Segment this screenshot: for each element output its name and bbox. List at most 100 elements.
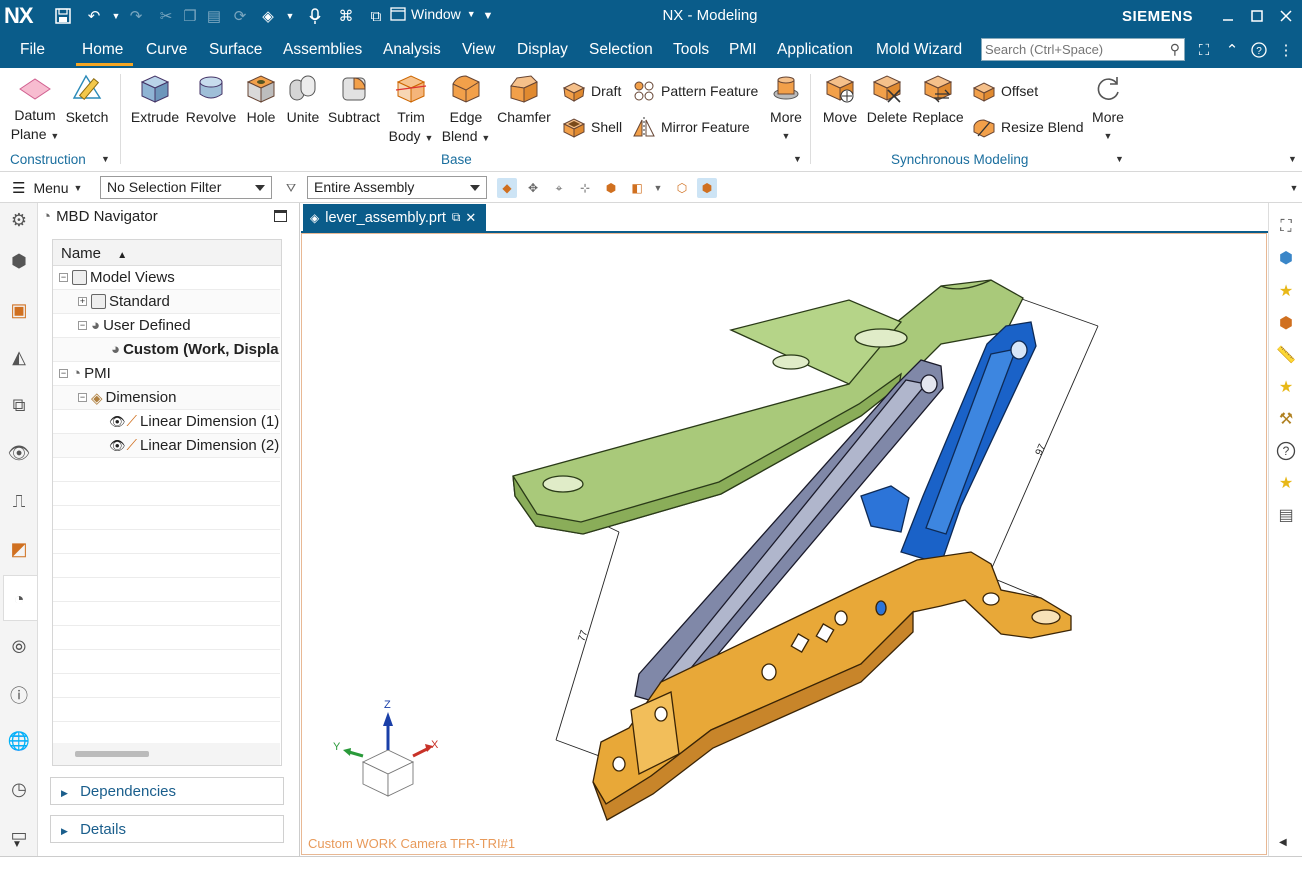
reuse-library-icon[interactable]: ⧉ xyxy=(7,393,31,417)
tab-home[interactable]: Home xyxy=(82,41,123,59)
tab-view[interactable]: View xyxy=(462,41,495,59)
window-menu[interactable]: Window ▼ xyxy=(390,6,476,22)
search-input[interactable] xyxy=(982,39,1160,59)
tab-display[interactable]: Display xyxy=(517,41,568,59)
shell-button[interactable]: Shell xyxy=(562,116,622,138)
resize-blend-button[interactable]: Resize Blend xyxy=(972,116,1084,138)
more-options-icon[interactable]: ⋮ xyxy=(1276,40,1296,60)
close-icon[interactable] xyxy=(1276,6,1296,26)
touch-mode-icon[interactable]: ◈ xyxy=(258,6,278,26)
paste-icon[interactable]: ▤ xyxy=(204,6,224,26)
tab-curve[interactable]: Curve xyxy=(146,41,187,59)
save-icon[interactable] xyxy=(53,6,73,26)
favorites-star-icon[interactable]: ★ xyxy=(1274,279,1298,303)
tab-file[interactable]: File xyxy=(20,41,45,59)
menu-button[interactable]: ☰ Menu ▼ xyxy=(12,179,82,197)
measure-ruler-icon[interactable]: 📏 xyxy=(1274,343,1298,367)
mbd-navigator-icon[interactable]: ◔ xyxy=(7,587,31,611)
help-icon[interactable]: ? xyxy=(1249,40,1269,60)
roles-icon[interactable]: ⎍ xyxy=(7,489,31,513)
tab-assemblies[interactable]: Assemblies xyxy=(283,41,362,59)
tools-icon[interactable]: ⚒ xyxy=(1274,407,1298,431)
selection-bar-options-icon[interactable]: ▼ xyxy=(1284,178,1302,198)
select-body-icon[interactable]: ⬢ xyxy=(601,178,621,198)
select-edge-icon[interactable]: ⊹ xyxy=(575,178,595,198)
nx-logo[interactable]: NX xyxy=(4,3,34,29)
feature-icon[interactable]: ⬢ xyxy=(1274,311,1298,335)
touch-mode-dropdown-icon[interactable]: ▼ xyxy=(280,6,300,26)
selection-filter-dropdown[interactable]: No Selection Filter xyxy=(100,176,272,199)
repeat-command-icon[interactable]: ⟳ xyxy=(230,6,250,26)
graphics-window[interactable]: ◈ lever_assembly.prt ⧉ ✕ 97 77 Z X Y Cus… xyxy=(301,203,1268,856)
orange-bracket-part[interactable] xyxy=(592,551,1072,821)
document-tab[interactable]: ◈ lever_assembly.prt ⧉ ✕ xyxy=(303,204,486,231)
collapse-ribbon-icon[interactable]: ⌃ xyxy=(1222,40,1242,60)
help-icon[interactable]: ? xyxy=(1274,439,1298,463)
horizontal-scrollbar[interactable] xyxy=(53,743,280,765)
datum-plane-button[interactable]: Datum Plane ▼ xyxy=(8,76,62,146)
copy-icon[interactable]: ❐ xyxy=(180,6,200,26)
view-icon[interactable]: 👁 xyxy=(7,441,31,465)
favorites-star-icon[interactable]: ★ xyxy=(1274,375,1298,399)
hole-button[interactable]: Hole xyxy=(240,72,282,127)
mirror-feature-button[interactable]: Mirror Feature xyxy=(632,116,750,138)
shaded-icon[interactable]: ⬢ xyxy=(697,178,717,198)
model-canvas[interactable]: 97 77 Z X Y xyxy=(301,234,1268,854)
move-button[interactable]: Move xyxy=(818,72,862,127)
history-icon[interactable]: ◷ xyxy=(7,777,31,801)
assembly-list-icon[interactable]: ▤ xyxy=(1274,503,1298,527)
maximize-icon[interactable] xyxy=(1247,6,1267,26)
extrude-button[interactable]: Extrude xyxy=(128,72,182,127)
trim-body-button[interactable]: Trim Body ▼ xyxy=(388,72,434,148)
snap-dropdown-icon[interactable]: ▼ xyxy=(648,178,668,198)
search-box[interactable]: ⚲ xyxy=(981,38,1185,61)
construction-group-menu-icon[interactable]: ▼ xyxy=(101,154,110,164)
selection-scope-dropdown[interactable]: Entire Assembly xyxy=(307,176,487,199)
subtract-button[interactable]: Subtract xyxy=(324,72,384,127)
cut-icon[interactable]: ✂ xyxy=(156,6,176,26)
minimize-icon[interactable] xyxy=(1218,6,1238,26)
info-icon[interactable]: ⓘ xyxy=(7,683,31,707)
wireframe-icon[interactable]: ⬡ xyxy=(672,178,692,198)
command-finder-icon[interactable]: ⌘ xyxy=(336,6,356,26)
select-components-icon[interactable]: ✥ xyxy=(523,178,543,198)
tab-analysis[interactable]: Analysis xyxy=(383,41,441,59)
collapse-toolbar-icon[interactable]: ◀ xyxy=(1279,837,1287,848)
scroll-down-icon[interactable]: ▼ xyxy=(12,839,22,850)
pop-out-icon[interactable]: ⧉ xyxy=(452,210,461,225)
redo-icon[interactable]: ↷ xyxy=(126,6,146,26)
part-navigator-icon[interactable]: ⬢ xyxy=(7,249,31,273)
dependencies-panel[interactable]: ▶ Dependencies xyxy=(50,777,284,805)
tab-mold-wizard[interactable]: Mold Wizard xyxy=(876,41,962,59)
gear-icon[interactable]: ⚙ xyxy=(7,208,31,232)
close-tab-icon[interactable]: ✕ xyxy=(465,210,476,226)
maximize-panel-icon[interactable] xyxy=(274,210,287,222)
assembly-navigator-icon[interactable]: ▣ xyxy=(7,298,31,322)
snap-point-icon[interactable]: ◧ xyxy=(627,178,647,198)
draft-button[interactable]: Draft xyxy=(562,80,621,102)
ribbon-options-icon[interactable]: ▼ xyxy=(1288,154,1297,164)
delete-button[interactable]: Delete xyxy=(864,72,910,127)
view-cube-icon[interactable]: ⬢ xyxy=(1274,246,1298,270)
revolve-button[interactable]: Revolve xyxy=(184,72,238,127)
switch-window-icon[interactable]: ⧉ xyxy=(366,6,386,26)
select-vertex-icon[interactable]: ⌖ xyxy=(549,178,569,198)
details-panel[interactable]: ▶ Details xyxy=(50,815,284,843)
undo-dropdown-icon[interactable]: ▼ xyxy=(106,6,126,26)
more-sync-button[interactable]: More ▼ xyxy=(1086,72,1130,146)
base-group-menu-icon[interactable]: ▼ xyxy=(793,154,802,164)
unite-button[interactable]: Unite xyxy=(282,72,324,127)
sync-group-menu-icon[interactable]: ▼ xyxy=(1115,154,1124,164)
undo-icon[interactable]: ↶ xyxy=(84,6,104,26)
drafting-navigator-icon[interactable]: ⦾ xyxy=(7,635,31,659)
system-materials-icon[interactable]: ◩ xyxy=(7,537,31,561)
more-base-button[interactable]: More ▼ xyxy=(764,72,808,146)
chamfer-button[interactable]: Chamfer xyxy=(496,72,552,127)
tab-selection[interactable]: Selection xyxy=(589,41,653,59)
full-screen-icon[interactable]: ⛶ xyxy=(1194,40,1214,60)
pattern-feature-button[interactable]: Pattern Feature xyxy=(632,80,758,102)
favorites-star-icon[interactable]: ★ xyxy=(1274,471,1298,495)
sketch-button[interactable]: Sketch xyxy=(64,72,110,127)
microphone-icon[interactable] xyxy=(305,6,325,26)
edge-blend-button[interactable]: Edge Blend ▼ xyxy=(440,72,492,148)
